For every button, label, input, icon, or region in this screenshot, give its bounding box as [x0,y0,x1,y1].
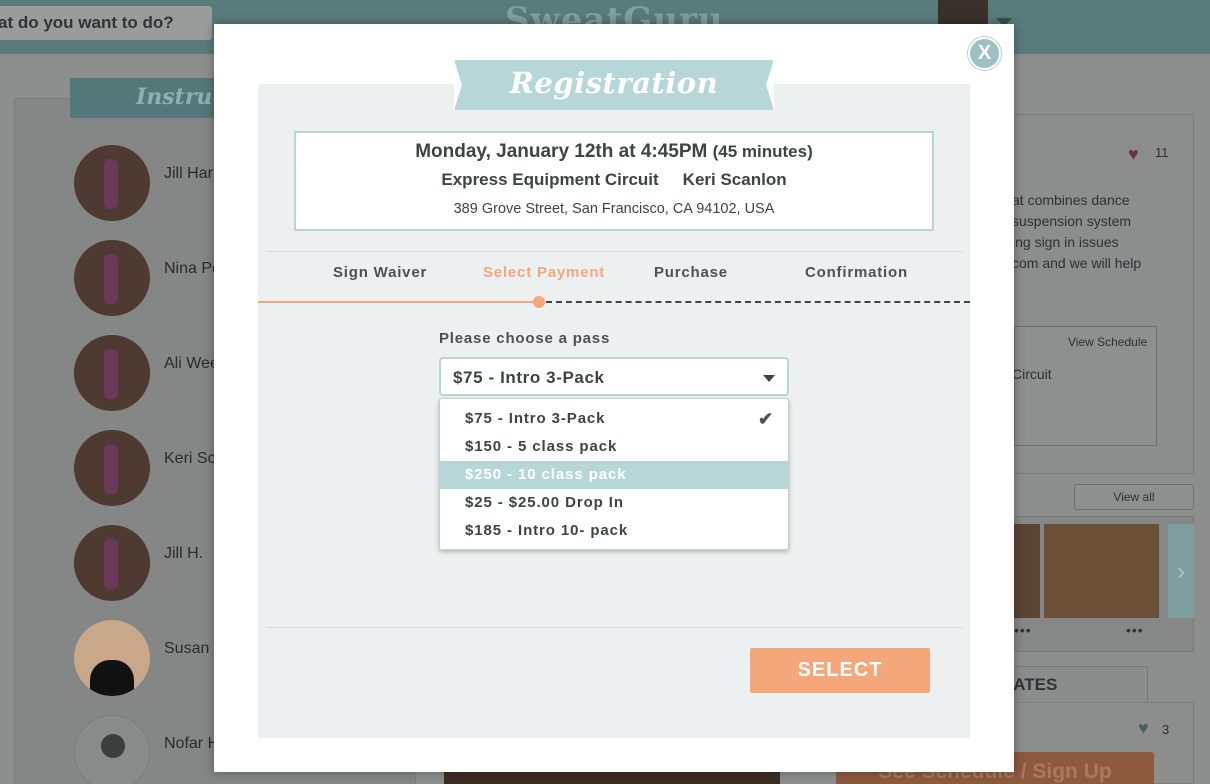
modal-title: Registration [509,66,719,100]
gallery-photo[interactable] [1012,524,1040,618]
class-description: at combines dance suspension system ing … [1012,190,1141,274]
instructor-avatar [74,145,150,221]
class-duration: (45 minutes) [712,142,813,161]
pass-option[interactable]: $185 - Intro 10- pack [440,517,788,545]
schedule-item[interactable]: Circuit [1012,366,1052,382]
divider [266,251,963,252]
heart-icon[interactable]: ♥ [1138,718,1149,739]
instructors-title: Instru [136,84,213,110]
select-button[interactable]: SELECT [750,648,930,693]
pass-option-highlighted[interactable]: $250 - 10 class pack [440,461,788,489]
instructor-name: Jill Har [164,165,213,182]
progress-marker [533,296,545,308]
like-count: 11 [1155,145,1169,160]
pass-select-value: $75 - Intro 3-Pack [453,368,605,387]
class-photo [444,770,780,784]
divider [266,627,963,628]
class-name-line: Express Equipment Circuit Keri Scanlon [296,170,932,190]
more-icon[interactable]: ••• [1126,622,1144,638]
description-line: ing sign in issues [1012,234,1119,250]
class-address: 389 Grove Street, San Francisco, CA 9410… [453,201,775,217]
close-icon[interactable]: X [968,37,1001,70]
instructor-name: Susan [164,640,210,657]
description-line: com and we will help [1012,255,1142,271]
chevron-right-icon[interactable]: › [1168,524,1194,618]
instructor-avatar [74,620,150,696]
search-input[interactable]: at do you want to do? [0,6,212,40]
class-instructor: Keri Scanlon [682,170,787,189]
progress-bar-completed [258,301,538,303]
like-count: 3 [1162,722,1170,737]
description-line: suspension system [1012,213,1132,229]
instructor-name: Keri Sc [164,450,216,467]
pass-option-label: $250 - 10 class pack [465,466,627,483]
pass-option-label: $185 - Intro 10- pack [465,522,629,539]
site-logo[interactable]: SweatGuru [505,0,724,26]
default-avatar-icon [74,715,150,784]
step-confirmation: Confirmation [805,264,908,281]
class-name: Express Equipment Circuit [441,170,659,189]
step-purchase: Purchase [654,264,728,281]
instructor-name: Jill H. [164,545,204,562]
pass-dropdown-menu: $75 - Intro 3-Pack ✔ $150 - 5 class pack… [439,398,789,550]
instructor-avatar [74,525,150,601]
more-icon[interactable]: ••• [1014,622,1032,638]
pass-option[interactable]: $150 - 5 class pack [440,433,788,461]
description-line: at combines dance [1012,192,1130,208]
pass-option[interactable]: $75 - Intro 3-Pack ✔ [440,405,788,433]
pass-select-label: Please choose a pass [439,330,611,347]
chevron-down-icon [763,375,775,382]
class-datetime-line: Monday, January 12th at 4:45PM (45 minut… [296,141,932,163]
instructor-avatar [74,240,150,316]
gallery-photo[interactable] [1044,524,1159,618]
pass-select[interactable]: $75 - Intro 3-Pack [439,357,789,396]
step-sign-waiver: Sign Waiver [333,264,428,281]
instructor-avatar [74,335,150,411]
checkmark-icon: ✔ [758,409,774,429]
view-schedule-link[interactable]: View Schedule [1068,335,1147,349]
pass-option-label: $150 - 5 class pack [465,438,618,455]
instructor-avatar [74,430,150,506]
heart-icon[interactable]: ♥ [1128,144,1139,165]
instructor-name: Nofar H [164,735,220,752]
class-info-box: Monday, January 12th at 4:45PM (45 minut… [294,131,934,231]
step-select-payment: Select Payment [483,264,606,281]
pass-option[interactable]: $25 - $25.00 Drop In [440,489,788,517]
view-all-button[interactable]: View all [1074,484,1194,510]
class-datetime: Monday, January 12th at 4:45PM [415,141,708,162]
pass-option-label: $75 - Intro 3-Pack [465,410,606,427]
progress-bar-remaining [546,301,970,303]
instructor-name: Nina Pe [164,260,221,277]
instructor-name: Ali Wee [164,355,219,372]
pass-option-label: $25 - $25.00 Drop In [465,494,624,511]
